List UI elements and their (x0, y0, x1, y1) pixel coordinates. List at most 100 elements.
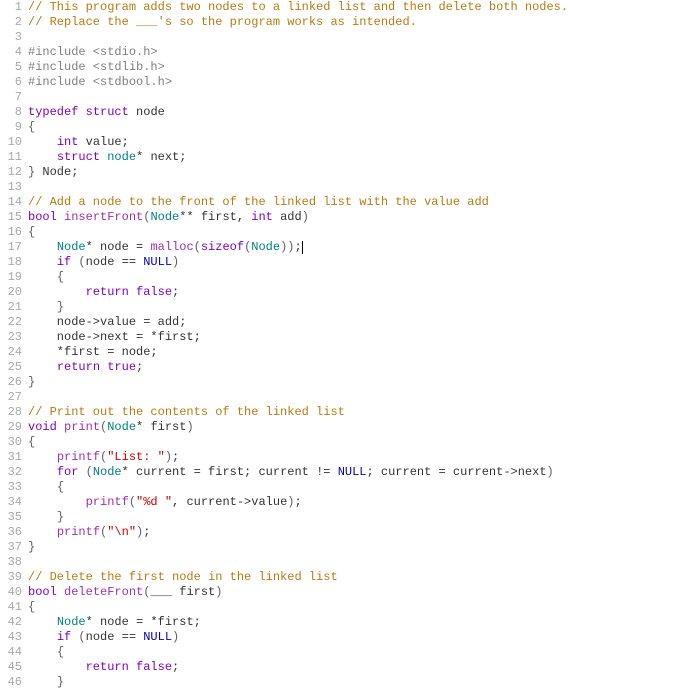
code-token: printf (57, 450, 100, 464)
code-token (78, 465, 85, 479)
code-token: * next; (136, 150, 186, 164)
line-number: 23 (0, 330, 22, 345)
line-number: 43 (0, 630, 22, 645)
line-number: 25 (0, 360, 22, 375)
code-token: // Replace the ___'s so the program work… (28, 15, 417, 29)
code-token (28, 135, 57, 149)
code-token: ( (129, 495, 136, 509)
line-number: 7 (0, 90, 22, 105)
code-line: { (28, 645, 680, 660)
code-token: printf (57, 525, 100, 539)
code-token: ( (78, 255, 85, 269)
code-content[interactable]: // This program adds two nodes to a link… (28, 0, 680, 690)
code-token: insertFront (64, 210, 143, 224)
code-line: if (node == NULL) (28, 630, 680, 645)
code-token: ) (215, 585, 222, 599)
code-token: "List: " (107, 450, 165, 464)
code-line: #include <stdlib.h> (28, 60, 680, 75)
code-token (28, 240, 57, 254)
code-line (28, 90, 680, 105)
code-token: #include <stdio.h> (28, 45, 158, 59)
code-token (28, 525, 57, 539)
line-number: 22 (0, 315, 22, 330)
line-number: 33 (0, 480, 22, 495)
code-token: ) (186, 420, 193, 434)
code-token: ___ first (150, 585, 215, 599)
line-number: 15 (0, 210, 22, 225)
code-token: ; (172, 660, 179, 674)
line-number: 32 (0, 465, 22, 480)
code-token: Node (57, 240, 86, 254)
code-line: for (Node* current = first; current != N… (28, 465, 680, 480)
code-token: int (57, 135, 79, 149)
line-number: 1 (0, 0, 22, 15)
code-token (78, 105, 85, 119)
code-token (28, 510, 57, 524)
code-line: // Delete the first node in the linked l… (28, 570, 680, 585)
line-number: 2 (0, 15, 22, 30)
code-token: NULL (143, 255, 172, 269)
code-token (28, 495, 86, 509)
code-token: , current->value (172, 495, 287, 509)
code-line: // This program adds two nodes to a link… (28, 0, 680, 15)
code-token: NULL (338, 465, 367, 479)
code-line: struct node* next; (28, 150, 680, 165)
line-number: 10 (0, 135, 22, 150)
code-token: Node (251, 240, 280, 254)
line-number: 16 (0, 225, 22, 240)
code-token: if (57, 255, 71, 269)
code-token: ; (136, 360, 143, 374)
code-token: ( (78, 630, 85, 644)
code-line: } Node; (28, 165, 680, 180)
code-token (57, 210, 64, 224)
code-token: struct (57, 150, 100, 164)
code-token: { (57, 270, 64, 284)
code-line: { (28, 270, 680, 285)
line-number: 8 (0, 105, 22, 120)
code-token: node (107, 150, 136, 164)
line-number: 46 (0, 675, 22, 690)
code-token (28, 285, 86, 299)
code-token: } (57, 675, 64, 689)
code-token: } (28, 540, 35, 554)
code-token: // Print out the contents of the linked … (28, 405, 345, 419)
code-token: // This program adds two nodes to a link… (28, 0, 568, 14)
code-token (28, 480, 57, 494)
code-token: node == (86, 255, 144, 269)
line-number: 42 (0, 615, 22, 630)
code-editor: 1234567891011121314151617181920212223242… (0, 0, 680, 690)
code-token: Node (57, 615, 86, 629)
code-token (28, 300, 57, 314)
code-token (28, 255, 57, 269)
code-token: * node = *first; (86, 615, 201, 629)
code-line: int value; (28, 135, 680, 150)
code-token: ) (172, 255, 179, 269)
code-token (57, 585, 64, 599)
code-token (28, 675, 57, 689)
code-token (28, 645, 57, 659)
code-token: ; (172, 285, 179, 299)
code-line: Node* node = malloc(sizeof(Node)); (28, 240, 680, 255)
code-token: add (273, 210, 302, 224)
code-token: ) (547, 465, 554, 479)
code-line: } (28, 540, 680, 555)
code-token: } (57, 510, 64, 524)
code-token: * current = first; current != (122, 465, 338, 479)
code-line: printf("%d ", current->value); (28, 495, 680, 510)
code-token (28, 270, 57, 284)
line-number: 41 (0, 600, 22, 615)
line-number: 5 (0, 60, 22, 75)
code-line: // Replace the ___'s so the program work… (28, 15, 680, 30)
code-line: { (28, 435, 680, 450)
code-token: * node = (86, 240, 151, 254)
code-token: { (28, 225, 35, 239)
code-token: ; current = current->next (367, 465, 547, 479)
code-line: bool deleteFront(___ first) (28, 585, 680, 600)
line-number: 6 (0, 75, 22, 90)
code-line: node->value = add; (28, 315, 680, 330)
line-number: 30 (0, 435, 22, 450)
line-number: 28 (0, 405, 22, 420)
code-token: ( (86, 465, 93, 479)
line-number-gutter: 1234567891011121314151617181920212223242… (0, 0, 28, 690)
code-token: Node (107, 420, 136, 434)
